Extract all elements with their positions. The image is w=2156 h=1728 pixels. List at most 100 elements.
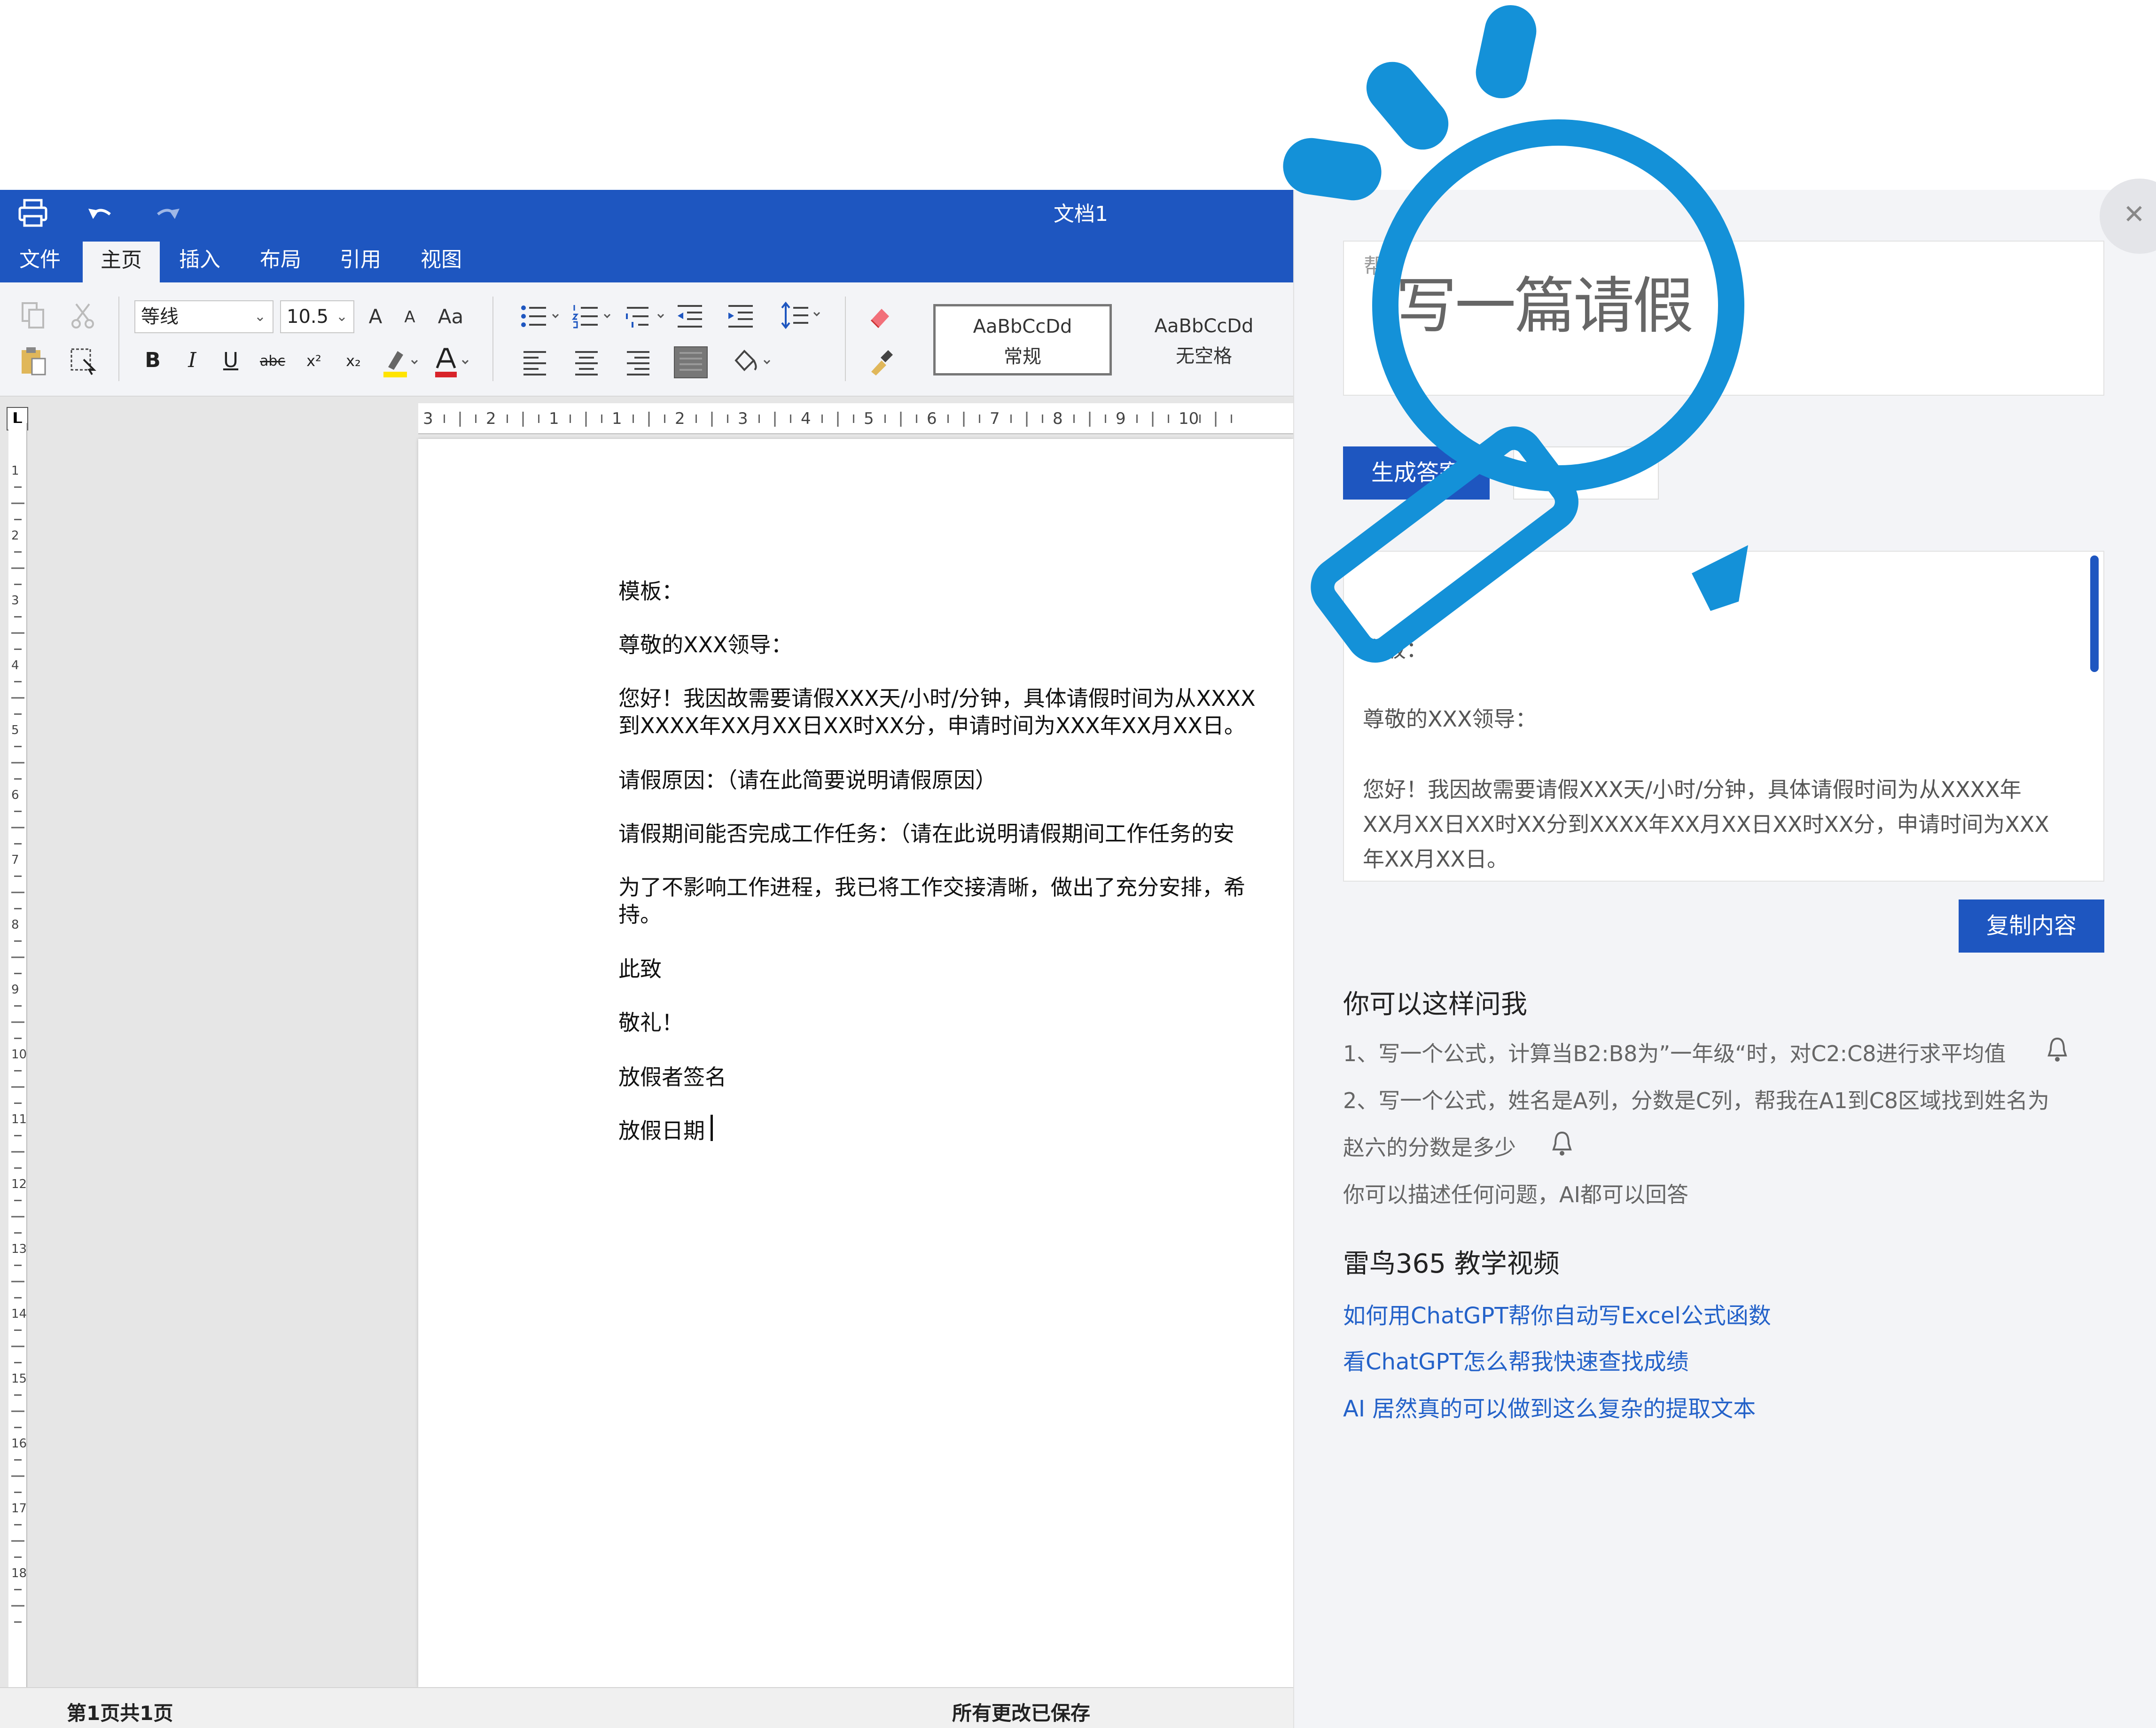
ruler-tick-label: 7 [990, 409, 1000, 428]
ruler-tick-label: 10 [1179, 409, 1199, 428]
ruler-tick-label: 6 [927, 409, 937, 428]
video-link[interactable]: 看ChatGPT怎么帮我快速查找成绩 [1343, 1343, 1689, 1376]
video-link[interactable]: 如何用ChatGPT帮你自动写Excel公式函数 [1343, 1297, 1771, 1330]
answer-line: 模板： [1363, 637, 1428, 662]
multilevel-list-icon[interactable] [625, 303, 669, 329]
doc-line[interactable]: 您好！我因故需要请假XXX天/小时/分钟，具体请假时间为从XXXX [618, 681, 1256, 712]
ai-assistant-panel [1293, 190, 2156, 1728]
strikethrough-button[interactable]: abc [258, 353, 288, 369]
prompt-input[interactable]: 帮 写一篇请假 [1343, 241, 2104, 396]
ruler-tick-label: 3 [738, 409, 748, 428]
ruler-tick-label: 16 [11, 1437, 27, 1451]
font-name-select[interactable]: 等线 ⌄ [134, 300, 273, 333]
ruler-tick-label: 2 [11, 529, 19, 543]
ruler-tick-label: 5 [864, 409, 874, 428]
doc-line[interactable]: 此致 [618, 952, 662, 983]
example-prompt[interactable]: 1、写一个公式，计算当B2:B8为”一年级“时，对C2:C8进行求平均值 [1343, 1037, 2006, 1068]
example-prompt[interactable]: 2、写一个公式，姓名是A列，分数是C列，帮我在A1到C8区域找到姓名为 [1343, 1084, 2049, 1115]
copy-content-button[interactable]: 复制内容 [1959, 899, 2104, 953]
answer-line: XX月XX日XX时XX分到XXXX年XX月XX日XX时XX分，申请时间为XXX [1363, 812, 2049, 837]
ruler-tick-label: 8 [11, 918, 19, 932]
bullet-list-icon[interactable] [520, 303, 564, 329]
tab-view[interactable]: 视图 [411, 237, 472, 282]
ruler-tick-label: 10 [11, 1048, 27, 1062]
ruler-tick-label: 18 [11, 1566, 27, 1580]
ruler-tick-label: 13 [11, 1242, 27, 1256]
doc-line[interactable]: 尊敬的XXX领导： [618, 628, 793, 659]
print-icon[interactable] [18, 198, 48, 227]
copy-icon[interactable] [20, 301, 46, 329]
ruler-tick-label: 1 [549, 409, 559, 428]
doc-line[interactable]: 到XXXX年XX月XX日XX时XX分，申请时间为XXX年XX月XX日。 [618, 709, 1246, 740]
paste-icon[interactable] [20, 345, 48, 376]
cut-icon[interactable] [70, 301, 96, 329]
horizontal-ruler[interactable]: 3 2 1 1 2 3 4 5 6 7 8 9 10 [418, 403, 1293, 434]
answer-line: 您好！我因故需要请假XXX天/小时/分钟，具体请假时间为从XXXX年 [1363, 777, 2022, 802]
tab-file[interactable]: 文件 [9, 237, 70, 282]
font-size-select[interactable]: 10.5 ⌄ [280, 300, 354, 333]
bell-icon[interactable] [1552, 1131, 1572, 1157]
redo-icon[interactable] [154, 200, 182, 227]
highlight-icon[interactable] [382, 346, 419, 379]
numbered-list-icon[interactable] [571, 303, 616, 329]
select-icon[interactable] [70, 345, 98, 376]
tab-layout[interactable]: 布局 [250, 237, 311, 282]
video-link[interactable]: AI 居然真的可以做到这么复杂的提取文本 [1343, 1390, 1756, 1423]
ruler-tick-label: 14 [11, 1307, 27, 1321]
bold-button[interactable]: B [141, 348, 164, 372]
align-center-icon[interactable] [573, 349, 600, 375]
ruler-tick-label: 9 [1116, 409, 1126, 428]
close-icon: ✕ [2123, 199, 2145, 230]
ribbon-toolbar: 等线 ⌄ 10.5 ⌄ A A Aa B I U abc x² x₂ AaBbC… [0, 282, 1293, 397]
eraser-icon[interactable] [867, 303, 894, 329]
decrease-indent-icon[interactable] [676, 303, 704, 329]
align-right-icon[interactable] [625, 349, 651, 375]
doc-line[interactable]: 持。 [618, 898, 662, 929]
doc-line[interactable]: 模板： [618, 574, 683, 605]
style-normal[interactable]: AaBbCcDd 常规 [933, 304, 1112, 375]
video-heading: 雷鸟365 教学视频 [1343, 1249, 1560, 1279]
doc-line[interactable]: 放假日期 [618, 1114, 705, 1145]
vertical-ruler[interactable]: 1 2 3 4 5 6 7 8 9 10 11 12 13 14 15 16 17 18 [8, 423, 27, 1687]
undo-icon[interactable] [86, 200, 114, 227]
font-color-icon[interactable] [432, 346, 472, 379]
format-painter-icon[interactable] [867, 348, 894, 376]
doc-line[interactable]: 请假期间能否完成工作任务：（请在此说明请假期间工作任务的安 [618, 817, 1234, 848]
tab-home[interactable]: 主页 [83, 242, 160, 282]
superscript-button[interactable]: x² [301, 352, 327, 370]
generate-answer-button[interactable]: 生成答案 [1343, 446, 1490, 500]
tab-references[interactable]: 引用 [330, 237, 391, 282]
prompt-text: 写一篇请假 [1396, 270, 1694, 342]
page-count: 第1页共1页 [67, 1702, 173, 1725]
status-bar: 第1页共1页 所有更改已保存 [0, 1687, 1293, 1728]
answer-scrollbar[interactable] [2090, 555, 2099, 672]
italic-button[interactable]: I [180, 348, 204, 372]
justify-icon[interactable] [674, 346, 708, 378]
ruler-tick-label: 4 [11, 658, 19, 672]
subscript-button[interactable]: x₂ [340, 352, 367, 370]
style-no-spacing[interactable]: AaBbCcDd 无空格 [1115, 304, 1293, 375]
ruler-tick-label: 2 [675, 409, 685, 428]
shading-icon[interactable] [730, 346, 775, 377]
secondary-button[interactable] [1513, 446, 1659, 500]
line-spacing-icon[interactable] [780, 301, 825, 329]
doc-line[interactable]: 敬礼！ [618, 1006, 683, 1037]
ruler-tick-label: 3 [11, 594, 19, 608]
ruler-tick-label: 12 [11, 1177, 27, 1191]
ruler-tick-label: 8 [1053, 409, 1063, 428]
example-prompt-continued[interactable]: 赵六的分数是多少 [1343, 1131, 1516, 1162]
align-left-icon[interactable] [522, 349, 548, 375]
answer-line: 尊敬的XXX领导： [1363, 706, 1537, 732]
underline-button[interactable]: U [219, 348, 242, 372]
document-page[interactable] [418, 439, 1293, 1687]
doc-line[interactable]: 为了不影响工作进程，我已将工作交接清晰，做出了充分安排，希 [618, 870, 1245, 901]
grow-font-icon[interactable]: A [365, 305, 386, 328]
doc-line[interactable]: 请假原因：（请在此简要说明请假原因） [618, 763, 997, 794]
increase-indent-icon[interactable] [726, 303, 755, 329]
doc-line[interactable]: 放假者签名 [618, 1060, 726, 1091]
bell-icon[interactable] [2047, 1037, 2068, 1063]
ruler-tick-label: 3 [423, 409, 433, 428]
shrink-font-icon[interactable]: A [400, 308, 419, 327]
tab-insert[interactable]: 插入 [169, 237, 230, 282]
change-case-icon[interactable]: Aa [434, 305, 467, 328]
